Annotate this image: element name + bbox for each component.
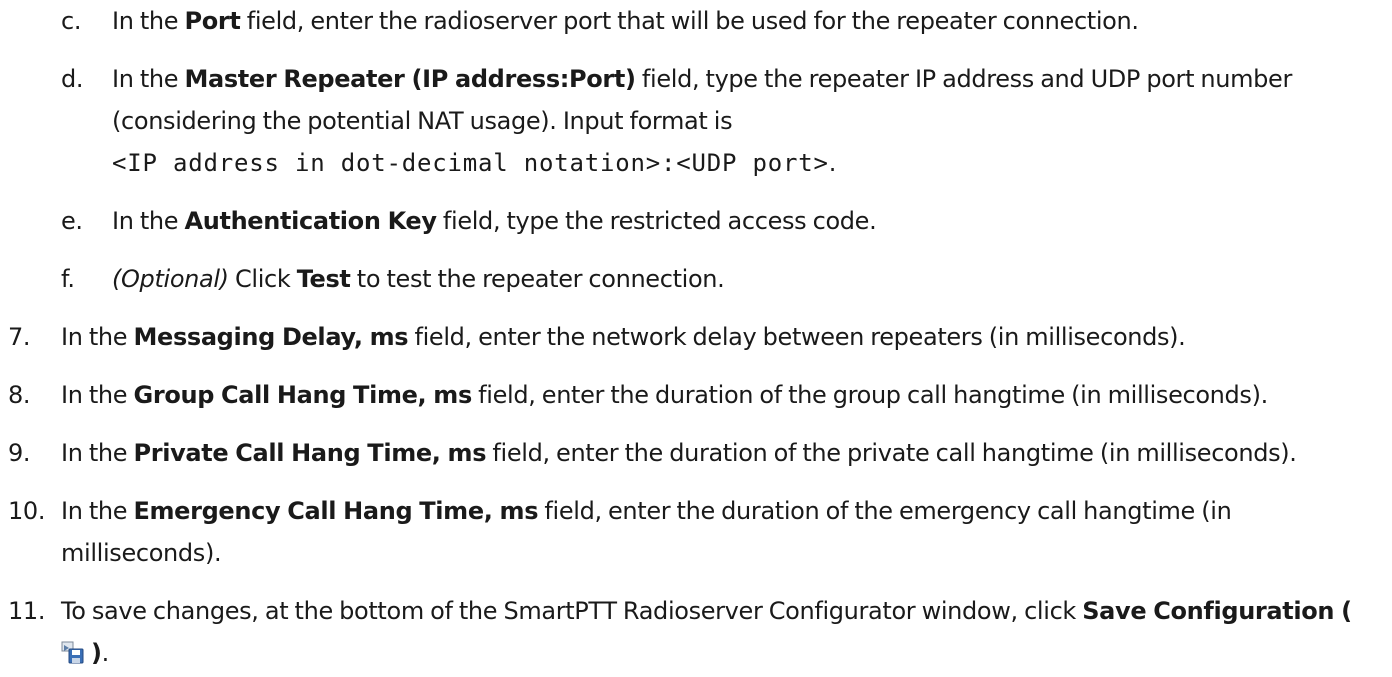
input-format-code: <IP address in dot-decimal notation>:<UD…: [112, 149, 829, 177]
field-name-messaging-delay: Messaging Delay, ms: [133, 323, 409, 351]
step-marker: e.: [61, 207, 83, 235]
text-run: In the: [61, 497, 134, 525]
save-configuration-button-name: Save Configuration (: [1082, 597, 1352, 625]
text-run: .: [828, 149, 837, 177]
step-text: (Optional) Click Test to test the repeat…: [112, 258, 1382, 300]
text-run: In the: [112, 7, 185, 35]
text-run: To save changes, at the bottom of the Sm…: [61, 597, 1083, 625]
step-text: In the Group Call Hang Time, ms field, e…: [61, 374, 1386, 416]
step-text: To save changes, at the bottom of the Sm…: [61, 590, 1386, 674]
test-button-name: Test: [296, 265, 351, 293]
step-text: In the Messaging Delay, ms field, enter …: [61, 316, 1386, 358]
field-name-emergency-call-hang-time: Emergency Call Hang Time, ms: [133, 497, 539, 525]
field-name-group-call-hang-time: Group Call Hang Time, ms: [133, 381, 472, 409]
field-name-private-call-hang-time: Private Call Hang Time, ms: [133, 439, 487, 467]
text-run: field, enter the duration of the group c…: [471, 381, 1268, 409]
optional-label: (Optional): [112, 265, 229, 293]
step-text: In the Master Repeater (IP address:Port)…: [112, 58, 1382, 184]
step-marker: 8.: [8, 381, 31, 409]
step-marker: 9.: [8, 439, 31, 467]
step-marker: d.: [61, 65, 84, 93]
step-text: In the Emergency Call Hang Time, ms fiel…: [61, 490, 1386, 574]
field-name-port: Port: [184, 7, 241, 35]
field-name-master-repeater: Master Repeater (IP address:Port): [184, 65, 636, 93]
step-marker: c.: [61, 7, 82, 35]
text-run: field, enter the radioserver port that w…: [240, 7, 1139, 35]
text-run: .: [101, 639, 110, 667]
text-run: field, type the restricted access code.: [436, 207, 877, 235]
text-run: Click: [228, 265, 297, 293]
step-text: In the Port field, enter the radioserver…: [112, 0, 1382, 42]
text-run: In the: [112, 207, 185, 235]
text-run: field, enter the duration of the private…: [486, 439, 1297, 467]
step-marker: 11.: [8, 597, 46, 625]
text-run: field, enter the network delay between r…: [408, 323, 1186, 351]
step-marker: f.: [61, 265, 75, 293]
step-text: In the Authentication Key field, type th…: [112, 200, 1382, 242]
step-text: In the Private Call Hang Time, ms field,…: [61, 432, 1386, 474]
save-configuration-button-close: ): [91, 639, 102, 667]
step-marker: 10.: [8, 497, 46, 525]
text-run: In the: [61, 323, 134, 351]
text-run: In the: [61, 381, 134, 409]
text-run: to test the repeater connection.: [350, 265, 725, 293]
step-marker: 7.: [8, 323, 31, 351]
save-configuration-icon: [61, 635, 85, 664]
field-name-authentication-key: Authentication Key: [184, 207, 437, 235]
text-run: In the: [61, 439, 134, 467]
text-run: In the: [112, 65, 185, 93]
